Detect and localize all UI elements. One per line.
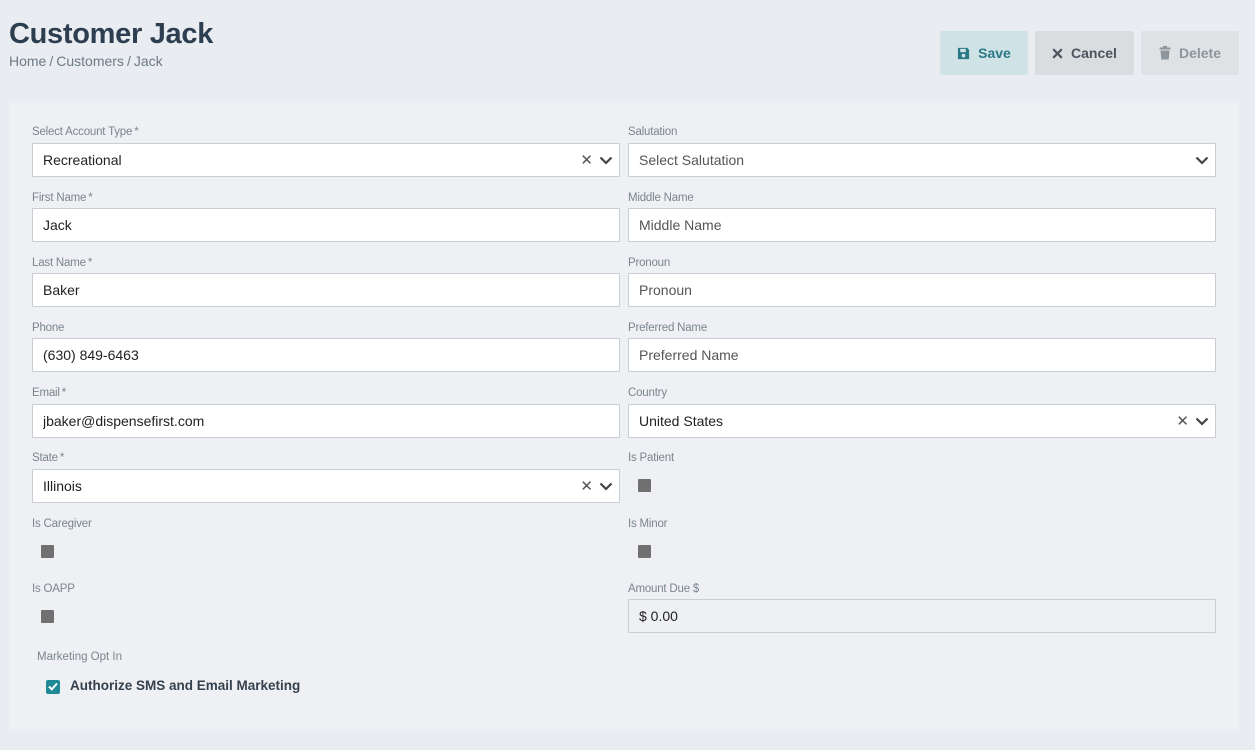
preferred-name-label: Preferred Name [628,322,708,334]
middle-name-input[interactable] [628,208,1216,242]
chevron-down-icon[interactable] [1195,152,1209,168]
preferred-name-input[interactable] [628,338,1216,372]
customer-form-panel: Select Account Type * Recreational ✕ Salu… [9,101,1239,731]
check-icon [48,678,58,696]
state-label: State [32,452,58,464]
salutation-select[interactable]: Select Salutation [628,143,1216,177]
last-name-label: Last Name [32,257,86,269]
is-oapp-field: Is OAPP [32,582,620,634]
pronoun-field: Pronoun [628,256,1216,308]
chevron-down-icon[interactable] [599,152,613,168]
breadcrumb-current: Jack [133,53,163,69]
is-patient-label: Is Patient [628,452,674,464]
is-caregiver-label: Is Caregiver [32,518,92,530]
chevron-down-icon[interactable] [1195,413,1209,429]
page-title: Customer Jack [9,18,214,50]
pronoun-input[interactable] [628,273,1216,307]
amount-due-field: Amount Due $ [628,582,1216,634]
breadcrumb-separator: / [126,53,131,69]
last-name-field: Last Name * [32,256,620,308]
account-type-label: Select Account Type [32,126,133,138]
required-marker: * [59,452,65,464]
country-select[interactable]: United States ✕ [628,404,1216,438]
save-label: Save [978,45,1011,61]
breadcrumb: Home / Customers / Jack [9,53,163,69]
phone-input[interactable] [32,338,620,372]
required-marker: * [134,126,139,138]
is-minor-checkbox[interactable] [638,545,651,558]
is-patient-field: Is Patient [628,451,1216,503]
is-oapp-label: Is OAPP [32,583,75,595]
first-name-field: First Name * [32,191,620,243]
account-type-value: Recreational [43,152,122,168]
account-type-select[interactable]: Recreational ✕ [32,143,620,177]
cancel-label: Cancel [1071,45,1117,61]
clear-x-icon[interactable]: ✕ [1176,414,1189,429]
delete-button[interactable]: Delete [1141,31,1239,75]
country-field: Country United States ✕ [628,386,1216,438]
country-value: United States [639,413,724,429]
email-field: Email * [32,386,620,438]
email-input[interactable] [32,404,620,438]
is-caregiver-checkbox[interactable] [41,545,54,558]
pronoun-label: Pronoun [628,257,671,269]
salutation-field: Salutation Select Salutation [628,125,1216,177]
required-marker: * [61,387,67,399]
first-name-input[interactable] [32,208,620,242]
trash-icon [1159,46,1171,60]
salutation-placeholder: Select Salutation [639,152,745,168]
breadcrumb-customers[interactable]: Customers [56,53,124,69]
salutation-label: Salutation [628,126,678,138]
marketing-opt-in-checkbox[interactable] [46,680,60,694]
is-minor-field: Is Minor [628,517,1216,569]
marketing-opt-in-option[interactable]: Authorize SMS and Email Marketing [70,678,300,693]
state-select[interactable]: Illinois ✕ [32,469,620,503]
state-field: State * Illinois ✕ [32,451,620,503]
save-button[interactable]: Save [940,31,1028,75]
is-oapp-checkbox[interactable] [41,610,54,623]
clear-x-icon[interactable]: ✕ [580,479,593,494]
required-marker: * [87,257,93,269]
amount-due-label: Amount Due $ [628,583,700,595]
marketing-opt-in-label: Marketing Opt In [37,651,123,663]
delete-label: Delete [1178,45,1222,61]
first-name-label: First Name [32,192,87,204]
phone-field: Phone [32,321,620,373]
middle-name-label: Middle Name [628,192,694,204]
state-value: Illinois [43,478,82,494]
preferred-name-field: Preferred Name [628,321,1216,373]
account-type-field: Select Account Type * Recreational ✕ [32,125,620,177]
floppy-disk-icon [957,47,970,60]
phone-label: Phone [32,322,65,334]
email-label: Email [32,387,60,399]
breadcrumb-separator: / [49,53,54,69]
amount-due-input [628,599,1216,633]
page-header: Customer Jack Home / Customers / Jack Save C… [0,0,1255,86]
last-name-input[interactable] [32,273,620,307]
clear-x-icon[interactable]: ✕ [580,153,593,168]
country-label: Country [628,387,667,399]
middle-name-field: Middle Name [628,191,1216,243]
required-marker: * [88,192,93,204]
close-icon [1052,48,1063,59]
is-patient-checkbox[interactable] [638,479,651,492]
cancel-button[interactable]: Cancel [1035,31,1134,75]
is-minor-label: Is Minor [628,518,668,530]
is-caregiver-field: Is Caregiver [32,517,620,569]
breadcrumb-home[interactable]: Home [9,53,46,69]
chevron-down-icon[interactable] [599,478,613,494]
